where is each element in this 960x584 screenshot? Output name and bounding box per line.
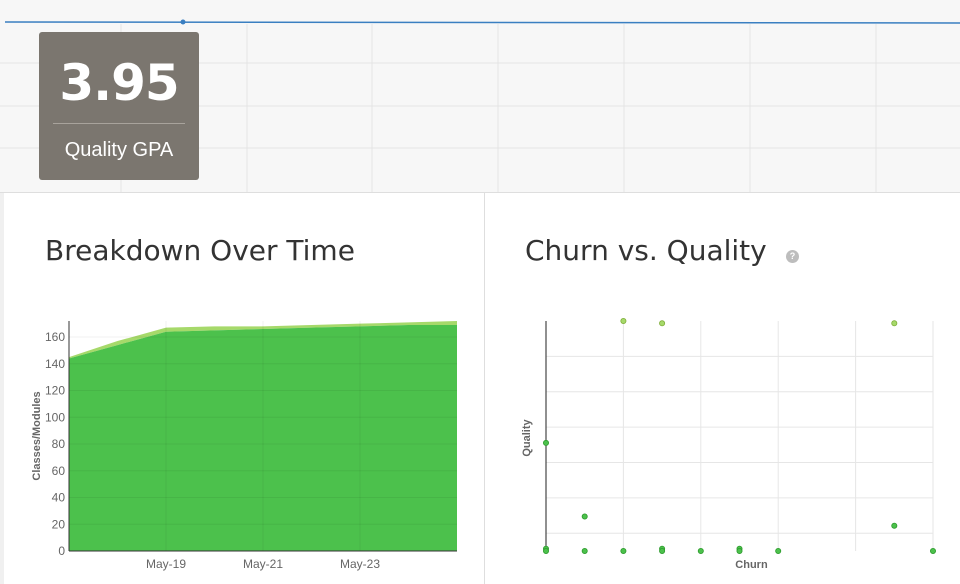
x-axis-title: Churn bbox=[735, 559, 768, 571]
x-tick-label: May-21 bbox=[243, 557, 283, 571]
scatter-point bbox=[581, 547, 588, 554]
scatter-point bbox=[581, 513, 588, 520]
y-tick-label: 120 bbox=[45, 384, 65, 398]
scatter-point bbox=[697, 547, 704, 554]
scatter-point bbox=[659, 320, 666, 327]
scatter-point bbox=[620, 547, 627, 554]
x-tick-label: May-23 bbox=[340, 557, 380, 571]
y-tick-label: 160 bbox=[45, 330, 65, 344]
scatter-point bbox=[929, 547, 936, 554]
y-tick-label: 60 bbox=[52, 464, 66, 478]
scatter-point bbox=[620, 318, 627, 325]
gpa-trend-point bbox=[180, 19, 186, 25]
scatter-point bbox=[891, 320, 898, 327]
scatter-point bbox=[775, 547, 782, 554]
scatter-point bbox=[736, 547, 743, 554]
scatter-point bbox=[659, 547, 666, 554]
breakdown-area-chart: 0 20 40 60 80 100 120 140 160 May-19 May-21 May-23 C… bbox=[31, 321, 457, 571]
gpa-divider bbox=[53, 123, 185, 124]
breakdown-panel: Breakdown Over Time 0 20 40 60 80 100 120 140 16… bbox=[0, 193, 483, 584]
churn-panel: Churn vs. Quality ? Churn Quality bbox=[484, 193, 960, 584]
y-tick-label: 40 bbox=[52, 491, 66, 505]
y-tick-label: 0 bbox=[58, 544, 65, 558]
gpa-label: Quality GPA bbox=[64, 139, 174, 161]
y-tick-label: 20 bbox=[52, 517, 66, 531]
gpa-card: 3.95 Quality GPA bbox=[39, 32, 199, 180]
x-tick-label: May-19 bbox=[146, 557, 186, 571]
y-axis-title: Quality bbox=[521, 418, 533, 456]
y-axis-title: Classes/Modules bbox=[31, 391, 43, 480]
y-tick-label: 100 bbox=[45, 410, 65, 424]
scatter-point bbox=[543, 439, 550, 446]
gpa-value: 3.95 bbox=[59, 54, 179, 112]
scatter-point bbox=[543, 547, 550, 554]
gpa-trend-line bbox=[4, 21, 960, 24]
gpa-trend-strip: 3.95 Quality GPA bbox=[0, 0, 960, 193]
y-tick-label: 80 bbox=[52, 437, 66, 451]
y-tick-label: 140 bbox=[45, 357, 65, 371]
scatter-point bbox=[891, 522, 898, 529]
churn-scatter-chart: Churn Quality bbox=[521, 318, 936, 571]
